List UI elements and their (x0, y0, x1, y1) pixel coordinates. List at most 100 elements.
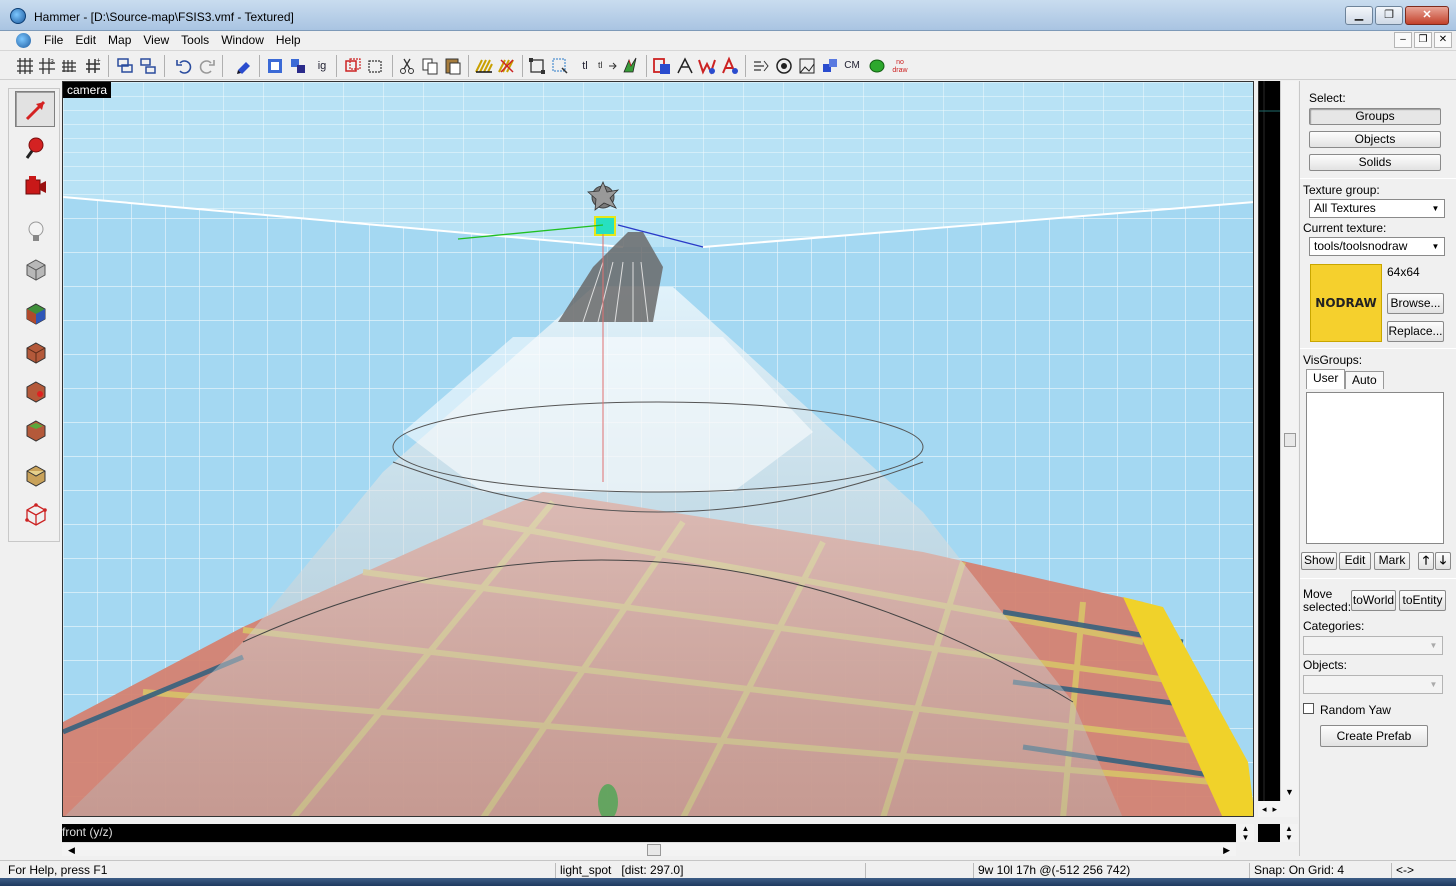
entity-tool[interactable] (15, 213, 55, 249)
block-tool[interactable] (15, 251, 55, 287)
scene-3d[interactable] (63, 82, 1254, 817)
menu-help[interactable]: Help (270, 33, 307, 48)
texture-group-dropdown[interactable]: All Textures ▼ (1309, 199, 1445, 218)
visgroup-edit-button[interactable]: Edit (1339, 552, 1371, 570)
toggle-green-leaf-icon[interactable] (867, 56, 887, 76)
menu-window[interactable]: Window (215, 33, 270, 48)
copy-icon[interactable] (420, 56, 440, 76)
to-entity-button[interactable]: toEntity (1399, 590, 1446, 611)
toggle-texture-browser-icon[interactable] (820, 56, 840, 76)
texture-lock-icon[interactable] (474, 56, 494, 76)
grid-smaller-icon[interactable] (59, 56, 79, 76)
group-icon[interactable] (115, 56, 135, 76)
scroll-left-icon[interactable]: ◀ (68, 843, 75, 857)
tl-button[interactable]: tl (575, 56, 595, 76)
chevron-down-icon[interactable]: ▼ (1428, 239, 1443, 254)
nodraw-button[interactable]: no draw (890, 56, 910, 76)
select-groups-button[interactable]: Groups (1309, 108, 1441, 125)
clipping-tool[interactable] (15, 457, 55, 493)
menu-file[interactable]: File (38, 33, 69, 48)
magnify-tool[interactable] (15, 129, 55, 165)
visgroup-mark-button[interactable]: Mark (1374, 552, 1410, 570)
replace-button[interactable]: Replace... (1387, 321, 1444, 342)
side-2d-viewport[interactable] (1258, 81, 1281, 801)
texture-scaling-lock-icon[interactable] (497, 56, 517, 76)
vertex-tool[interactable] (15, 496, 55, 532)
chevron-down-icon[interactable]: ▼ (1428, 201, 1443, 216)
menu-view[interactable]: View (137, 33, 175, 48)
toggle-displacement-icon[interactable] (652, 56, 672, 76)
toggle-lighting-preview-icon[interactable] (797, 56, 817, 76)
scroll-down-icon[interactable]: ▼ (1285, 787, 1294, 797)
carve-icon[interactable] (234, 56, 254, 76)
menu-tools[interactable]: Tools (175, 33, 215, 48)
cut-icon[interactable] (397, 56, 417, 76)
scroll-right-icon[interactable]: ▶ (1223, 843, 1230, 857)
visgroup-show-button[interactable]: Show (1301, 552, 1337, 570)
to-world-button[interactable]: toWorld (1351, 590, 1396, 611)
side-view-horizontal-scrollbar[interactable]: ◂▸ (1258, 801, 1298, 817)
scroll-thumb[interactable] (1284, 433, 1296, 447)
mdi-restore-button[interactable]: ❐ (1414, 32, 1432, 48)
cm-button[interactable]: CM (842, 56, 862, 76)
apply-current-texture-tool[interactable] (15, 334, 55, 370)
camera-tool[interactable] (15, 167, 55, 203)
grid-3d-icon[interactable]: 3 (37, 56, 57, 76)
redo-icon[interactable] (197, 56, 217, 76)
paste-icon[interactable] (443, 56, 463, 76)
menu-map[interactable]: Map (102, 33, 137, 48)
select-objects-button[interactable]: Objects (1309, 131, 1441, 148)
random-yaw-checkbox[interactable] (1303, 703, 1314, 714)
move-down-icon[interactable]: 🡓 (1435, 552, 1451, 570)
front-2d-viewport[interactable]: front (y/z) (62, 824, 1236, 842)
toggle-vertices-icon[interactable] (697, 56, 717, 76)
browse-button[interactable]: Browse... (1387, 293, 1444, 314)
document-icon[interactable] (16, 33, 31, 48)
ungroup-icon[interactable] (138, 56, 158, 76)
side-view-vertical-scrollbar[interactable]: ▼ (1280, 81, 1298, 801)
ig-button[interactable]: ig (312, 56, 332, 76)
top-view-vertical-scrollbar[interactable]: ▲ ▼ (1280, 824, 1298, 842)
tab-auto[interactable]: Auto (1345, 371, 1384, 389)
chevron-down-icon[interactable]: ▼ (1426, 638, 1441, 653)
hide-unselected-icon[interactable] (288, 56, 308, 76)
select-solids-button[interactable]: Solids (1309, 154, 1441, 171)
front-view-vertical-scrollbar[interactable]: ▲ ▼ (1237, 824, 1254, 842)
grid-toggle-icon[interactable] (15, 56, 35, 76)
toggle-helpers-icon[interactable]: tl (597, 56, 617, 76)
toggle-selection-handles-icon[interactable] (527, 56, 547, 76)
restore-button[interactable]: ❐ (1375, 6, 1403, 25)
scroll-thumb[interactable] (647, 844, 661, 856)
overlay-tool[interactable] (15, 412, 55, 448)
toggle-models-icon[interactable] (620, 56, 640, 76)
hide-selected-icon[interactable] (265, 56, 285, 76)
current-texture-dropdown[interactable]: tools/toolsnodraw ▼ (1309, 237, 1445, 256)
close-button[interactable]: ✕ (1405, 6, 1449, 25)
toggle-auto-ref-icon[interactable] (720, 56, 740, 76)
minimize-button[interactable]: ▁ (1345, 6, 1373, 25)
cordon-edit-icon[interactable] (366, 56, 386, 76)
toggle-sprites-icon[interactable] (751, 56, 771, 76)
selection-tool[interactable] (15, 91, 55, 127)
tab-user[interactable]: User (1306, 369, 1346, 389)
mdi-minimize-button[interactable]: – (1394, 32, 1412, 48)
create-prefab-button[interactable]: Create Prefab (1320, 725, 1428, 747)
undo-icon[interactable] (174, 56, 194, 76)
decal-tool[interactable] (15, 373, 55, 409)
objects-dropdown[interactable]: ▼ (1303, 675, 1443, 694)
categories-dropdown[interactable]: ▼ (1303, 636, 1443, 655)
front-view-horizontal-scrollbar[interactable]: ◀ ▶ (62, 842, 1236, 856)
camera-viewport[interactable]: camera (62, 81, 1254, 817)
top-2d-viewport[interactable] (1258, 824, 1280, 842)
move-up-icon[interactable]: 🡑 (1418, 552, 1434, 570)
texture-application-tool[interactable] (15, 295, 55, 331)
texture-preview[interactable]: NODRAW (1310, 264, 1382, 342)
cordon-icon[interactable] (343, 56, 363, 76)
select-by-box-icon[interactable] (550, 56, 570, 76)
chevron-down-icon[interactable]: ▼ (1426, 677, 1441, 692)
toggle-3d-grid-icon[interactable] (675, 56, 695, 76)
mdi-close-button[interactable]: ✕ (1434, 32, 1452, 48)
toggle-radius-culling-icon[interactable] (774, 56, 794, 76)
grid-larger-icon[interactable]: + (83, 56, 103, 76)
menu-edit[interactable]: Edit (69, 33, 102, 48)
